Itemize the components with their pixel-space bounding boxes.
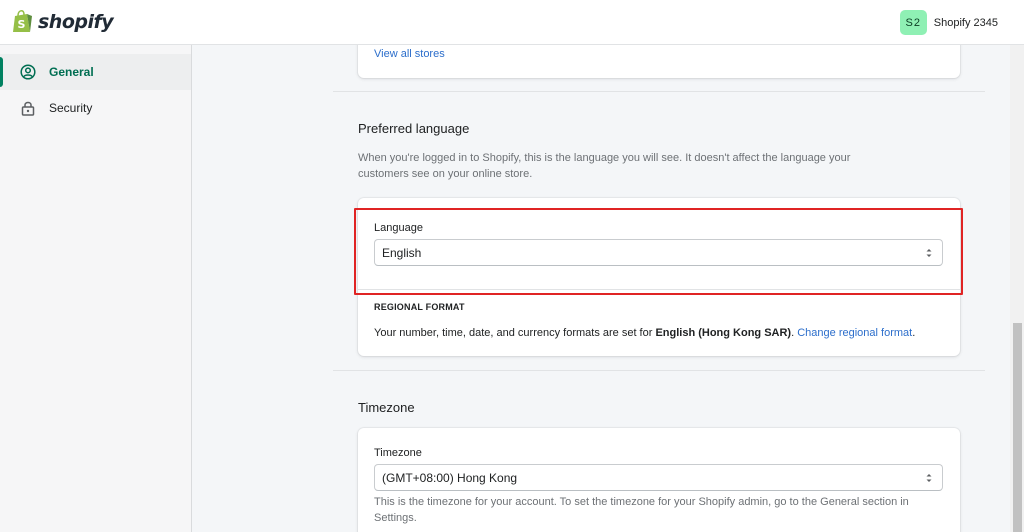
language-description: When you're logged in to Shopify, this i… xyxy=(358,152,851,180)
regional-text-prefix: Your number, time, date, and currency fo… xyxy=(374,327,656,339)
regional-format-heading: REGIONAL FORMAT xyxy=(374,302,465,312)
regional-region: English (Hong Kong SAR) xyxy=(655,327,792,339)
user-menu[interactable]: S2 Shopify 2345 xyxy=(899,10,998,35)
view-all-stores-link[interactable]: View all stores xyxy=(374,48,445,60)
timezone-card: Timezone (GMT+08:00) Hong Kong This is t… xyxy=(358,428,960,532)
svg-text:S: S xyxy=(18,18,26,31)
section-divider xyxy=(333,91,985,92)
sidebar-item-label: General xyxy=(49,65,94,79)
sidebar: General Security xyxy=(0,45,192,532)
brand-name: shopify xyxy=(38,11,114,33)
main-content: View all stores Preferred language When … xyxy=(192,45,1010,532)
timezone-label: Timezone xyxy=(374,447,422,459)
avatar: S2 xyxy=(899,10,927,35)
profile-icon xyxy=(20,64,36,80)
timezone-select-value: (GMT+08:00) Hong Kong xyxy=(382,470,518,485)
section-divider xyxy=(333,370,985,371)
sidebar-item-label: Security xyxy=(49,101,93,115)
scrollbar-thumb[interactable] xyxy=(1013,323,1022,532)
highlight-box xyxy=(354,208,963,295)
change-regional-format-link[interactable]: Change regional format xyxy=(797,327,912,339)
timezone-help-text: This is the timezone for your account. T… xyxy=(374,496,909,524)
top-bar: S shopify S2 Shopify 2345 xyxy=(0,0,1024,45)
scrollbar[interactable] xyxy=(1010,45,1024,532)
sidebar-item-general[interactable]: General xyxy=(0,54,191,90)
sidebar-item-security[interactable]: Security xyxy=(0,90,191,126)
timezone-select[interactable]: (GMT+08:00) Hong Kong xyxy=(374,464,943,491)
lock-icon xyxy=(20,100,36,116)
user-name: Shopify 2345 xyxy=(933,16,998,29)
shopify-logo[interactable]: S shopify xyxy=(12,10,114,34)
section-title-timezone: Timezone xyxy=(358,400,415,415)
regional-text-end: . xyxy=(912,327,916,339)
regional-format-text: Your number, time, date, and currency fo… xyxy=(374,327,915,339)
shopify-bag-icon: S xyxy=(12,10,34,34)
select-arrows-icon xyxy=(925,471,933,485)
section-title-language: Preferred language xyxy=(358,121,470,136)
stores-card: View all stores xyxy=(358,45,960,78)
